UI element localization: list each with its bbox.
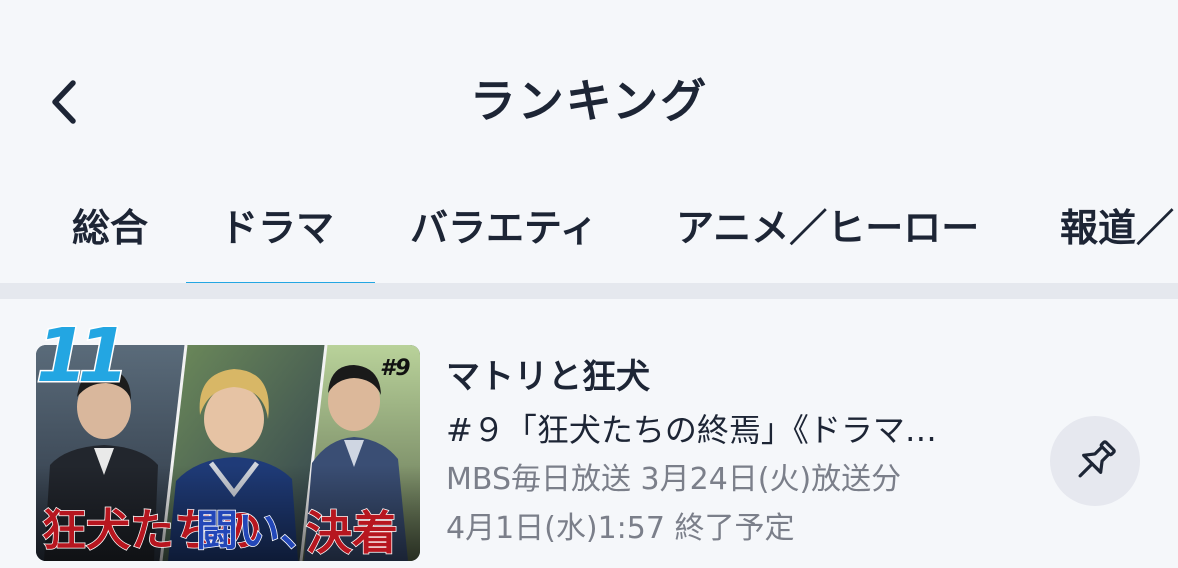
tab-general[interactable]: 総合 (72, 198, 148, 258)
thumbnail-caption-2: 闘い、 (196, 506, 322, 555)
episode-badge: #9 (380, 356, 411, 381)
thumbnail-caption-3: 決着 (306, 506, 398, 560)
tab-drama[interactable]: ドラマ (220, 198, 334, 258)
page-title: ランキング (469, 74, 709, 128)
rank-number: 11 (35, 313, 131, 399)
tab-variety[interactable]: バラエティ (410, 198, 598, 258)
pin-icon (1078, 440, 1116, 478)
pin-button[interactable] (1050, 416, 1140, 506)
broadcast-info: MBS毎日放送 3月24日(火)放送分 (446, 462, 902, 497)
ranking-list-item[interactable]: #9 狂犬たちの 闘い、 決着 11 マトリと狂犬 #９「狂犬たちの終焉」《ドラ… (0, 300, 1178, 568)
expiry-info: 4月1日(水)1:57 終了予定 (446, 511, 795, 546)
program-title: マトリと狂犬 (446, 357, 650, 397)
tab-divider (0, 283, 1178, 299)
header: ランキング (0, 0, 1178, 190)
tab-anime-hero[interactable]: アニメ／ヒーロー (676, 198, 979, 258)
episode-title: #９「狂犬たちの終焉」《ドラマ… (446, 411, 937, 449)
tab-news[interactable]: 報道／ (1060, 198, 1174, 258)
